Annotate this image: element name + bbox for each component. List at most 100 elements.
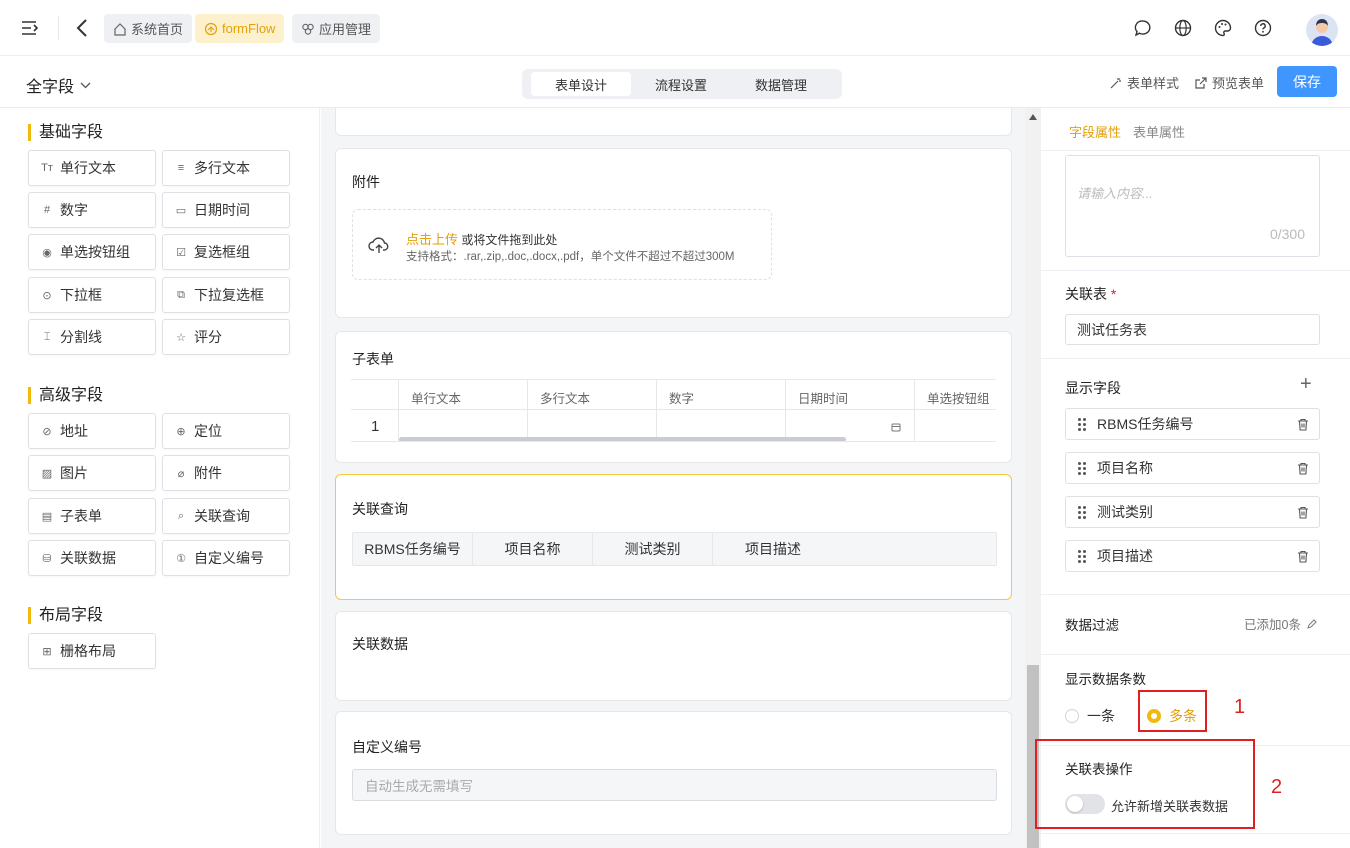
field-location[interactable]: ⊕ 定位 — [162, 413, 290, 449]
trash-icon[interactable] — [1297, 550, 1309, 563]
display-field-item[interactable]: 项目描述 — [1065, 540, 1320, 572]
field-label: 栅格布局 — [60, 643, 116, 659]
field-label: 定位 — [194, 423, 222, 439]
custom-number-input: 自动生成无需填写 — [352, 769, 997, 801]
tab-form-design[interactable]: 表单设计 — [531, 72, 631, 96]
tab-flow-settings[interactable]: 流程设置 — [631, 72, 731, 96]
divider — [58, 16, 59, 40]
field-label: 日期时间 — [194, 202, 250, 218]
field-attachment[interactable]: ⌀ 附件 — [162, 455, 290, 491]
drag-handle-icon[interactable] — [1078, 417, 1088, 431]
trash-icon[interactable] — [1297, 506, 1309, 519]
tab-form-properties[interactable]: 表单属性 — [1133, 122, 1185, 141]
field-radio-group[interactable]: ◉ 单选按钮组 — [28, 234, 156, 270]
radio-single[interactable]: 一条 — [1065, 706, 1115, 726]
field-rating[interactable]: ☆ 评分 — [162, 319, 290, 355]
attachment-title: 附件 — [352, 174, 380, 190]
subform-card[interactable]: 子表单 单行文本 多行文本 数字 日期时间 单选按钮组 1 — [335, 331, 1012, 463]
message-icon[interactable] — [1133, 18, 1153, 38]
tab-field-properties[interactable]: 字段属性 — [1069, 122, 1121, 141]
crumb-home[interactable]: 系统首页 — [104, 14, 193, 43]
radio-circle — [1065, 709, 1079, 723]
relation-table-label: 关联表 * — [1065, 286, 1117, 302]
database-icon: ⛁ — [42, 552, 52, 565]
select-icon: ⊙ — [42, 289, 52, 302]
field-datetime[interactable]: ▭ 日期时间 — [162, 192, 290, 228]
search-icon: ⌕ — [177, 509, 185, 522]
upload-link[interactable]: 点击上传 — [406, 232, 458, 247]
field-multi-text[interactable]: ≡ 多行文本 — [162, 150, 290, 186]
relation-query-card[interactable]: 关联查询 RBMS任务编号 项目名称 测试类别 项目描述 — [335, 474, 1012, 600]
scroll-up-icon[interactable] — [1029, 114, 1037, 120]
magic-wand-icon — [1110, 77, 1121, 88]
description-textarea[interactable]: 请输入内容... 0/300 — [1065, 155, 1320, 257]
drag-handle-icon[interactable] — [1078, 461, 1088, 475]
add-field-button[interactable]: + — [1300, 374, 1312, 394]
field-relation-data[interactable]: ⛁ 关联数据 — [28, 540, 156, 576]
tab-data-management[interactable]: 数据管理 — [731, 72, 831, 96]
field-label: 自定义编号 — [194, 550, 264, 566]
field-label: 分割线 — [60, 329, 102, 345]
textarea-placeholder: 请输入内容... — [1077, 186, 1153, 201]
upload-hint: 支持格式：.rar,.zip,.doc,.docx,.pdf，单个文件不超过不超… — [406, 251, 735, 263]
field-select[interactable]: ⊙ 下拉框 — [28, 277, 156, 313]
palette-icon[interactable] — [1213, 18, 1233, 38]
field-address[interactable]: ⊘ 地址 — [28, 413, 156, 449]
drag-handle-icon[interactable] — [1078, 505, 1088, 519]
field-checkbox-group[interactable]: ☑ 复选框组 — [162, 234, 290, 270]
form-item-card[interactable] — [335, 108, 1012, 136]
field-grid-layout[interactable]: ⊞ 栅格布局 — [28, 633, 156, 669]
grid-icon: ⊞ — [42, 645, 52, 658]
data-filter-value: 已添加0条 — [1244, 618, 1301, 632]
save-button[interactable]: 保存 — [1277, 66, 1337, 97]
data-filter-edit[interactable]: 已添加0条 — [1244, 614, 1317, 633]
back-arrow-icon[interactable] — [72, 18, 92, 38]
form-style-label: 表单样式 — [1127, 76, 1180, 91]
horizontal-scrollbar[interactable] — [399, 437, 846, 441]
upload-dropzone[interactable]: 点击上传 或将文件拖到此处 支持格式：.rar,.zip,.doc,.docx,… — [352, 209, 772, 280]
crumb-label: 应用管理 — [319, 22, 372, 37]
crumb-formflow[interactable]: formFlow — [195, 14, 285, 43]
form-style-button[interactable]: 表单样式 — [1109, 73, 1179, 92]
trash-icon[interactable] — [1297, 462, 1309, 475]
display-field-label: RBMS任务编号 — [1097, 416, 1194, 432]
avatar[interactable] — [1306, 14, 1338, 46]
drag-handle-icon[interactable] — [1078, 549, 1088, 563]
table-header-cell: 多行文本 — [540, 392, 591, 406]
field-image[interactable]: ▨ 图片 — [28, 455, 156, 491]
crumb-apps[interactable]: 应用管理 — [292, 14, 381, 43]
field-number[interactable]: # 数字 — [28, 192, 156, 228]
display-field-item[interactable]: 测试类别 — [1065, 496, 1320, 528]
field-label: 下拉复选框 — [194, 287, 264, 303]
display-field-label: 项目名称 — [1097, 460, 1153, 476]
help-icon[interactable] — [1253, 18, 1273, 38]
field-multi-select[interactable]: ⧉ 下拉复选框 — [162, 277, 290, 313]
field-single-text[interactable]: Tт 单行文本 — [28, 150, 156, 186]
form-title[interactable]: 全字段 — [26, 73, 91, 97]
field-custom-number[interactable]: ① 自定义编号 — [162, 540, 290, 576]
canvas-scrollbar[interactable] — [1025, 108, 1041, 848]
table-header-cell: 日期时间 — [798, 392, 849, 406]
field-divider[interactable]: ⌶ 分割线 — [28, 319, 156, 355]
trash-icon[interactable] — [1297, 418, 1309, 431]
field-relation-query[interactable]: ⌕ 关联查询 — [162, 498, 290, 534]
field-subform[interactable]: ▤ 子表单 — [28, 498, 156, 534]
relation-table-select[interactable]: 测试任务表 — [1065, 314, 1320, 345]
attachment-card[interactable]: 附件 点击上传 或将文件拖到此处 支持格式：.rar,.zip,.doc,.do… — [335, 148, 1012, 318]
calendar-icon[interactable] — [891, 422, 901, 432]
data-filter-label: 数据过滤 — [1065, 618, 1119, 633]
preview-form-button[interactable]: 预览表单 — [1194, 73, 1264, 92]
row-index: 1 — [371, 418, 380, 435]
display-field-label: 项目描述 — [1097, 548, 1153, 564]
field-label: 多行文本 — [194, 160, 250, 176]
custom-number-card[interactable]: 自定义编号 自动生成无需填写 — [335, 711, 1012, 835]
display-field-item[interactable]: 项目名称 — [1065, 452, 1320, 484]
checkbox-icon: ☑ — [176, 246, 186, 259]
query-column: RBMS任务编号 — [353, 533, 473, 565]
field-label: 关联查询 — [194, 508, 250, 524]
display-field-item[interactable]: RBMS任务编号 — [1065, 408, 1320, 440]
menu-fold-icon[interactable] — [20, 18, 40, 38]
globe-icon[interactable] — [1173, 18, 1193, 38]
relation-data-card[interactable]: 关联数据 — [335, 611, 1012, 701]
home-icon — [114, 22, 126, 36]
